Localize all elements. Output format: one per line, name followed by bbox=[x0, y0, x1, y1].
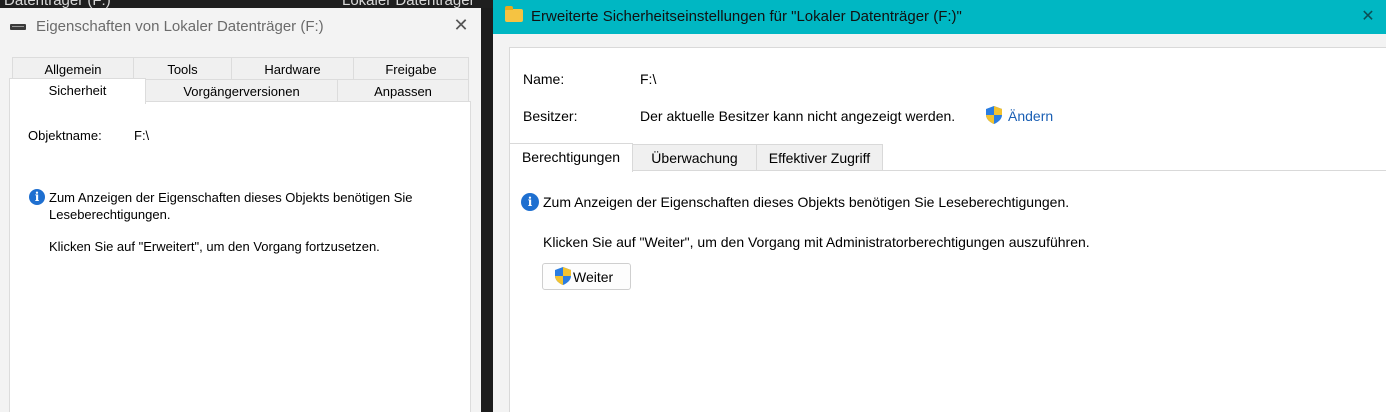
tab-freigabe[interactable]: Freigabe bbox=[353, 57, 469, 80]
tab-vorgaengerversionen[interactable]: Vorgängerversionen bbox=[145, 79, 338, 102]
properties-title: Eigenschaften von Lokaler Datenträger (F… bbox=[36, 18, 324, 35]
admin-hint-text: Klicken Sie auf "Weiter", um den Vorgang… bbox=[543, 234, 1090, 250]
uac-shield-icon bbox=[555, 267, 571, 285]
drive-icon bbox=[10, 24, 26, 30]
name-label: Name: bbox=[523, 71, 565, 87]
tab-ueberwachung[interactable]: Überwachung bbox=[632, 144, 757, 171]
permissions-info-text: Zum Anzeigen der Eigenschaften dieses Ob… bbox=[543, 194, 1070, 210]
properties-dialog: Eigenschaften von Lokaler Datenträger (F… bbox=[0, 8, 481, 412]
advanced-security-title: Erweiterte Sicherheitseinstellungen für … bbox=[531, 8, 962, 25]
properties-titlebar[interactable]: Eigenschaften von Lokaler Datenträger (F… bbox=[0, 8, 481, 46]
tab-allgemein[interactable]: Allgemein bbox=[12, 57, 134, 80]
info-text-line2: Leseberechtigungen. bbox=[49, 207, 171, 222]
tab-hardware[interactable]: Hardware bbox=[231, 57, 354, 80]
object-name-value: F:\ bbox=[134, 128, 150, 143]
security-tab-panel: Objektname: F:\ i Zum Anzeigen der Eigen… bbox=[9, 101, 471, 412]
change-owner-link[interactable]: Ändern bbox=[1008, 108, 1053, 124]
info-text-line1: Zum Anzeigen der Eigenschaften dieses Ob… bbox=[49, 190, 413, 205]
advanced-security-titlebar[interactable]: Erweiterte Sicherheitseinstellungen für … bbox=[493, 0, 1386, 34]
folder-icon bbox=[505, 6, 523, 22]
info-icon: i bbox=[29, 189, 45, 205]
background-window-title-right: Lokaler Datenträger bbox=[342, 0, 475, 8]
tab-sicherheit[interactable]: Sicherheit bbox=[9, 78, 146, 104]
owner-value: Der aktuelle Besitzer kann nicht angezei… bbox=[640, 108, 956, 124]
tab-anpassen[interactable]: Anpassen bbox=[337, 79, 469, 102]
object-name-label: Objektname: bbox=[28, 128, 102, 143]
background-window-title: Datenträger (F:) bbox=[4, 0, 111, 8]
name-value: F:\ bbox=[640, 71, 657, 87]
close-icon[interactable]: ✕ bbox=[446, 11, 476, 41]
advanced-security-dialog: Erweiterte Sicherheitseinstellungen für … bbox=[493, 0, 1386, 412]
close-icon[interactable]: ✕ bbox=[1355, 3, 1381, 29]
advanced-security-body bbox=[509, 47, 1386, 412]
owner-label: Besitzer: bbox=[523, 108, 578, 124]
info-icon: i bbox=[521, 193, 539, 211]
continue-button-label: Weiter bbox=[573, 268, 614, 285]
tab-effektiver-zugriff[interactable]: Effektiver Zugriff bbox=[756, 144, 883, 171]
tab-tools[interactable]: Tools bbox=[133, 57, 232, 80]
advanced-hint-text: Klicken Sie auf "Erweitert", um den Vorg… bbox=[49, 239, 380, 254]
uac-shield-icon bbox=[986, 106, 1002, 124]
tab-berechtigungen[interactable]: Berechtigungen bbox=[509, 143, 633, 172]
